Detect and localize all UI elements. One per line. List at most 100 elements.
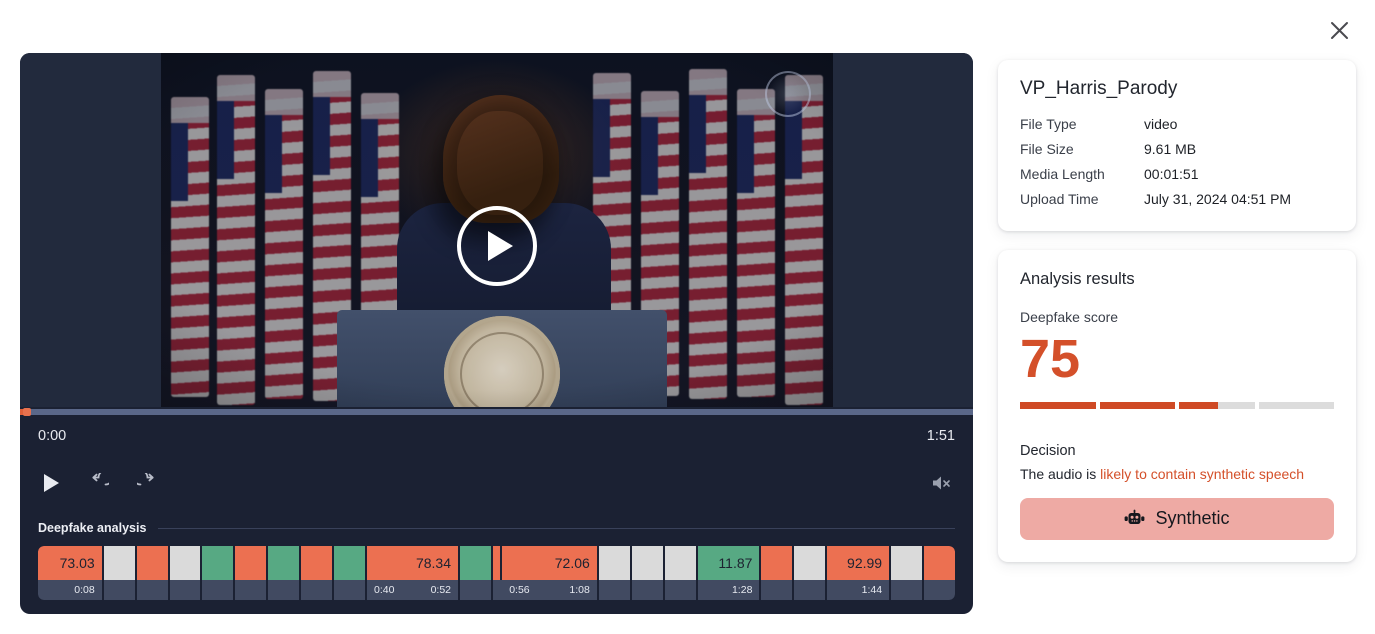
play-overlay-button[interactable] — [456, 205, 537, 286]
timeline-segment[interactable]: 11.87 1:28 — [697, 546, 760, 600]
timeline-segment-times — [460, 580, 491, 600]
timeline-segment-score: 73.03 — [38, 546, 102, 580]
decision-label: Decision — [1020, 442, 1076, 459]
timeline-segment-end: 1:08 — [569, 584, 590, 596]
score-bar-fill — [1099, 401, 1175, 409]
timeline-segment[interactable] — [460, 546, 491, 600]
file-metadata-key: File Size — [1020, 141, 1074, 157]
timeline-segment[interactable]: 73.03 0:08 — [38, 546, 102, 600]
timeline-segment[interactable] — [334, 546, 366, 600]
timeline-segment-times — [794, 580, 826, 600]
file-metadata-row: File Size 9.61 MB — [1020, 141, 1334, 157]
deepfake-score-label: Deepfake score — [1020, 309, 1119, 325]
timeline-segment-times — [169, 580, 201, 600]
video-stage — [20, 53, 973, 407]
progress-handle[interactable] — [23, 407, 31, 416]
deepfake-score-bar — [1020, 401, 1334, 409]
robot-icon — [1125, 509, 1145, 525]
score-bar-segment — [1099, 401, 1175, 409]
play-button[interactable] — [38, 470, 64, 496]
close-dialog-button[interactable] — [1325, 16, 1353, 44]
file-metadata-value: 9.61 MB — [1144, 141, 1197, 157]
timeline-segment-score: 92.99 — [827, 546, 890, 580]
media-player-card: 0:00 1:51 Deepfake analysis 73.03 0:08 7… — [20, 53, 973, 614]
timeline-segment-score: 72.06 — [502, 546, 597, 580]
file-metadata-value: July 31, 2024 04:51 PM — [1144, 191, 1292, 207]
progress-bar[interactable] — [20, 406, 973, 416]
timeline-segment-times — [301, 580, 333, 600]
timeline-segment-score — [794, 546, 826, 580]
details-sidebar: VP_Harris_Parody File Type video File Size… — [998, 60, 1356, 562]
timeline-segment[interactable] — [631, 546, 663, 600]
timeline-segment[interactable] — [891, 546, 923, 600]
timeline-segment[interactable]: 78.34 0:40 0:52 — [367, 546, 458, 600]
timeline-segment[interactable] — [103, 546, 135, 600]
timeline-segment-score — [301, 546, 333, 580]
forward-button[interactable] — [134, 470, 160, 496]
timeline-segment-times — [631, 580, 663, 600]
file-metadata-key: Media Length — [1020, 166, 1105, 182]
timeline-segment[interactable] — [492, 546, 507, 600]
timeline-segment[interactable] — [136, 546, 168, 600]
score-bar-segment — [1258, 401, 1334, 409]
decision-prefix: The audio is — [1020, 465, 1101, 482]
timeline-segment-times — [334, 580, 366, 600]
deepfake-analysis-label: Deepfake analysis — [38, 521, 147, 535]
timeline-segment[interactable]: 72.06 0:56 1:08 — [502, 546, 597, 600]
timeline-segment-times: 0:08 — [38, 580, 102, 600]
video-frame[interactable] — [160, 53, 833, 407]
timeline-segment-score — [492, 546, 501, 580]
timeline-segment-score — [631, 546, 663, 580]
file-metadata-row: Upload Time July 31, 2024 04:51 PM — [1020, 191, 1334, 207]
total-time: 1:51 — [926, 427, 955, 444]
volume-muted-icon — [933, 476, 950, 490]
volume-mute-button[interactable] — [929, 470, 955, 496]
timeline-segment[interactable] — [235, 546, 267, 600]
timeline-segment-strip[interactable]: 73.03 0:08 78.34 0:40 0:52 72.06 0:56 1:08 11.87… — [38, 546, 955, 600]
timeline-segment-end: 0:52 — [430, 584, 451, 596]
timeline-segment-score — [664, 546, 696, 580]
verdict-label: Synthetic — [1155, 508, 1230, 529]
timeline-segment[interactable]: 92.99 1:44 — [827, 546, 890, 600]
verdict-synthetic-button[interactable]: Synthetic — [1020, 497, 1334, 540]
timeline-segment[interactable] — [794, 546, 826, 600]
timeline-segment-end: 0:08 — [74, 584, 95, 596]
analysis-results-card: Analysis results Deepfake score 75 Decis… — [998, 250, 1356, 562]
timeline-segment[interactable] — [268, 546, 300, 600]
timeline-segment-score — [924, 546, 955, 580]
deepfake-analysis-header: Deepfake analysis — [38, 521, 955, 535]
file-info-card: VP_Harris_Parody File Type video File Size… — [998, 60, 1356, 231]
timeline-segment-score — [460, 546, 491, 580]
rewind-button[interactable] — [86, 470, 112, 496]
progress-track — [20, 408, 973, 415]
file-title: VP_Harris_Parody — [1020, 78, 1178, 99]
timeline-segment[interactable] — [598, 546, 630, 600]
time-row: 0:00 1:51 — [20, 416, 973, 456]
timeline-segment-score — [235, 546, 267, 580]
timeline-segment[interactable] — [664, 546, 696, 600]
timeline-segment-score — [103, 546, 135, 580]
rewind-icon — [92, 473, 109, 486]
timeline-segment[interactable] — [202, 546, 234, 600]
timeline-segment-times: 0:56 1:08 — [502, 580, 597, 600]
timeline-segment-times: 1:44 — [827, 580, 890, 600]
timeline-segment-times — [761, 580, 793, 600]
timeline-segment[interactable] — [761, 546, 793, 600]
file-metadata-row: Media Length 00:01:51 — [1020, 166, 1334, 182]
file-metadata-key: Upload Time — [1020, 191, 1099, 207]
file-metadata-value: video — [1144, 116, 1178, 132]
timeline-segment[interactable] — [301, 546, 333, 600]
file-metadata-value: 00:01:51 — [1144, 166, 1199, 182]
timeline-segment-score — [598, 546, 630, 580]
timeline-segment-start: 0:40 — [374, 584, 395, 596]
score-bar-segment — [1179, 401, 1255, 409]
timeline-segment[interactable] — [169, 546, 201, 600]
timeline-segment-times — [235, 580, 267, 600]
play-icon — [43, 474, 59, 493]
play-overlay-icon — [487, 230, 513, 261]
timeline-segment[interactable] — [924, 546, 955, 600]
timeline-segment-score: 78.34 — [367, 546, 458, 580]
timeline-segment-times: 1:28 — [697, 580, 760, 600]
timeline-segment-score — [202, 546, 234, 580]
file-metadata-key: File Type — [1020, 116, 1077, 132]
